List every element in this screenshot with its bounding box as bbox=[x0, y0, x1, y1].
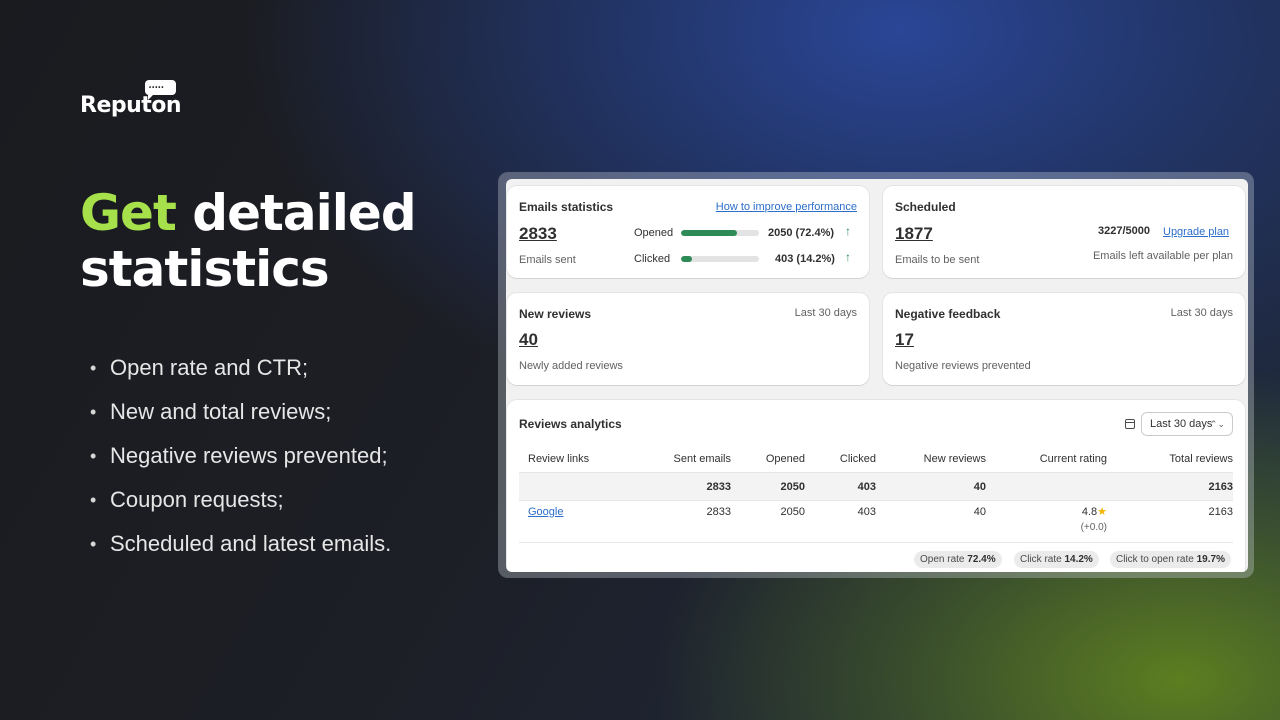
negative-feedback-label: Negative reviews prevented bbox=[895, 360, 1031, 372]
brand-name: Reputon bbox=[80, 93, 182, 118]
rating-value: 4.8 bbox=[1081, 506, 1098, 518]
headline-accent: Get bbox=[80, 184, 177, 242]
headline-line2: statistics bbox=[80, 240, 330, 298]
total-cell: 40 bbox=[973, 481, 986, 493]
quota-value: 3227/5000 bbox=[1098, 225, 1150, 237]
period-label: Last 30 days bbox=[794, 307, 857, 319]
card-title: Negative feedback bbox=[895, 307, 1001, 321]
click-rate-badge: Click rate 14.2% bbox=[1014, 551, 1099, 568]
new-reviews-label: Newly added reviews bbox=[519, 360, 623, 372]
column-header: New reviews bbox=[923, 453, 986, 465]
table-cell: 40 bbox=[973, 506, 986, 518]
clicked-progress-bar bbox=[681, 256, 759, 262]
review-link-google[interactable]: Google bbox=[528, 504, 563, 520]
quota-label: Emails left available per plan bbox=[1092, 250, 1233, 262]
total-cell: 403 bbox=[857, 481, 876, 493]
date-range-value: Last 30 days bbox=[1150, 418, 1213, 430]
headline: Get detailed statistics bbox=[80, 184, 417, 298]
feature-item: Scheduled and latest emails. bbox=[90, 526, 391, 570]
opened-progress-fill bbox=[681, 230, 738, 236]
table-header: Review links Sent emails Opened Clicked … bbox=[519, 446, 1233, 472]
clicked-label: Clicked bbox=[634, 253, 671, 265]
period-label: Last 30 days bbox=[1170, 307, 1233, 319]
total-cell: 2163 bbox=[1208, 481, 1233, 493]
upgrade-plan-link[interactable]: Upgrade plan bbox=[1163, 226, 1229, 238]
emails-sent-label: Emails sent bbox=[519, 254, 576, 266]
feature-item: Negative reviews prevented; bbox=[90, 438, 391, 482]
new-reviews-card: New reviews Last 30 days 40 Newly added … bbox=[507, 293, 869, 385]
column-header: Review links bbox=[528, 453, 590, 465]
feature-item: New and total reviews; bbox=[90, 394, 391, 438]
headline-word: detailed bbox=[192, 184, 416, 242]
improve-performance-link[interactable]: How to improve performance bbox=[716, 201, 857, 213]
column-header: Total reviews bbox=[1169, 453, 1233, 465]
scheduled-count[interactable]: 1877 bbox=[895, 224, 933, 244]
table-row: Google 2833 2050 403 40 4.8★ (+0.0) 2163 bbox=[519, 501, 1233, 543]
clicked-progress-fill bbox=[681, 256, 693, 262]
table-cell: 403 bbox=[857, 506, 876, 518]
scheduled-label: Emails to be sent bbox=[895, 254, 980, 266]
dashboard-panel: Emails statistics How to improve perform… bbox=[506, 179, 1248, 572]
feature-item: Coupon requests; bbox=[90, 482, 391, 526]
arrow-up-icon: ↑ bbox=[845, 250, 851, 264]
scheduled-card: Scheduled 1877 Emails to be sent 3227/50… bbox=[883, 186, 1245, 278]
open-rate-badge: Open rate 72.4% bbox=[914, 551, 1002, 568]
emails-sent-count[interactable]: 2833 bbox=[519, 224, 557, 244]
card-title: New reviews bbox=[519, 307, 592, 321]
table-cell: 2163 bbox=[1208, 506, 1233, 518]
feature-item: Open rate and CTR; bbox=[90, 350, 391, 394]
opened-progress-bar bbox=[681, 230, 759, 236]
rating-delta: (+0.0) bbox=[1080, 522, 1107, 533]
table-cell: 2050 bbox=[780, 506, 805, 518]
arrow-up-icon: ↑ bbox=[845, 224, 851, 238]
column-header: Clicked bbox=[839, 453, 876, 465]
date-range-select[interactable]: Last 30 days ⌃⌄ bbox=[1141, 412, 1233, 436]
total-cell: 2833 bbox=[706, 481, 731, 493]
calendar-icon bbox=[1125, 419, 1135, 429]
card-title: Emails statistics bbox=[519, 200, 614, 214]
new-reviews-count[interactable]: 40 bbox=[519, 330, 538, 350]
column-header: Opened bbox=[765, 453, 805, 465]
opened-label: Opened bbox=[634, 227, 674, 239]
reputon-logo: ••••• Reputon bbox=[80, 80, 200, 120]
column-header: Sent emails bbox=[673, 453, 731, 465]
reviews-analytics-card: Reviews analytics Last 30 days ⌃⌄ Review… bbox=[507, 400, 1245, 572]
chevron-up-down-icon: ⌃⌄ bbox=[1209, 419, 1225, 429]
click-to-open-rate-badge: Click to open rate 19.7% bbox=[1110, 551, 1231, 568]
negative-feedback-card: Negative feedback Last 30 days 17 Negati… bbox=[883, 293, 1245, 385]
total-cell: 2050 bbox=[780, 481, 805, 493]
card-title: Reviews analytics bbox=[519, 417, 622, 431]
rating-cell: 4.8★ (+0.0) bbox=[1081, 504, 1107, 536]
clicked-value: 403 (14.2%) bbox=[775, 253, 835, 265]
star-icon: ★ bbox=[1097, 506, 1107, 518]
negative-feedback-count[interactable]: 17 bbox=[895, 330, 914, 350]
emails-statistics-card: Emails statistics How to improve perform… bbox=[507, 186, 869, 278]
column-header: Current rating bbox=[1039, 453, 1107, 465]
table-totals-row: 2833 2050 403 40 2163 bbox=[519, 472, 1233, 501]
table-cell: 2833 bbox=[706, 506, 731, 518]
opened-value: 2050 (72.4%) bbox=[768, 227, 835, 239]
card-title: Scheduled bbox=[895, 200, 956, 214]
feature-list: Open rate and CTR; New and total reviews… bbox=[90, 350, 391, 570]
